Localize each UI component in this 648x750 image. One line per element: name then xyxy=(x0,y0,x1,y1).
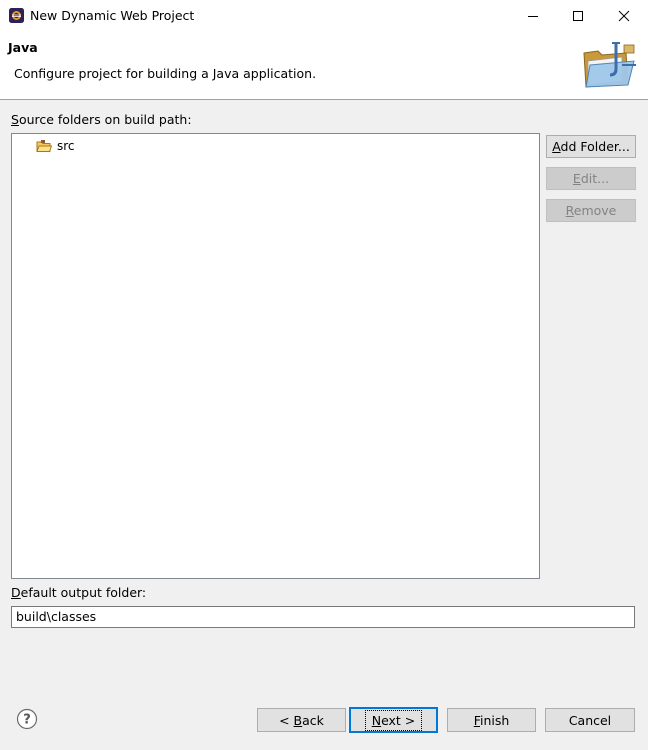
list-item[interactable]: src xyxy=(36,138,75,154)
close-button[interactable] xyxy=(601,0,647,31)
finish-button[interactable]: Finish xyxy=(447,708,536,732)
svg-text:?: ? xyxy=(23,713,31,728)
source-folders-tree[interactable]: src xyxy=(11,133,540,579)
remove-button[interactable]: Remove xyxy=(546,199,636,222)
source-folders-label: Source folders on build path: xyxy=(11,112,192,127)
help-icon[interactable]: ? xyxy=(16,708,38,730)
maximize-button[interactable] xyxy=(555,0,601,31)
output-folder-input[interactable]: build\classes xyxy=(11,606,635,628)
edit-button[interactable]: Edit... xyxy=(546,167,636,190)
list-item-label: src xyxy=(57,139,75,153)
source-folder-icon xyxy=(36,140,52,152)
page-title: Java xyxy=(8,40,38,55)
page-description: Configure project for building a Java ap… xyxy=(14,66,317,81)
eclipse-app-icon xyxy=(9,8,24,23)
window-title: New Dynamic Web Project xyxy=(30,8,195,23)
maximize-icon xyxy=(573,10,583,21)
add-folder-button[interactable]: Add Folder... xyxy=(546,135,636,158)
close-icon xyxy=(618,10,630,21)
cancel-button[interactable]: Cancel xyxy=(545,708,635,732)
back-button[interactable]: < Back xyxy=(257,708,346,732)
wizard-header: Java Configure project for building a Ja… xyxy=(0,31,648,100)
minimize-icon xyxy=(528,15,538,17)
output-folder-label: Default output folder: xyxy=(11,585,147,600)
next-button[interactable]: Next > xyxy=(349,707,438,733)
title-bar: New Dynamic Web Project xyxy=(0,0,648,31)
minimize-button[interactable] xyxy=(510,0,556,31)
java-folder-banner-icon xyxy=(583,42,636,88)
